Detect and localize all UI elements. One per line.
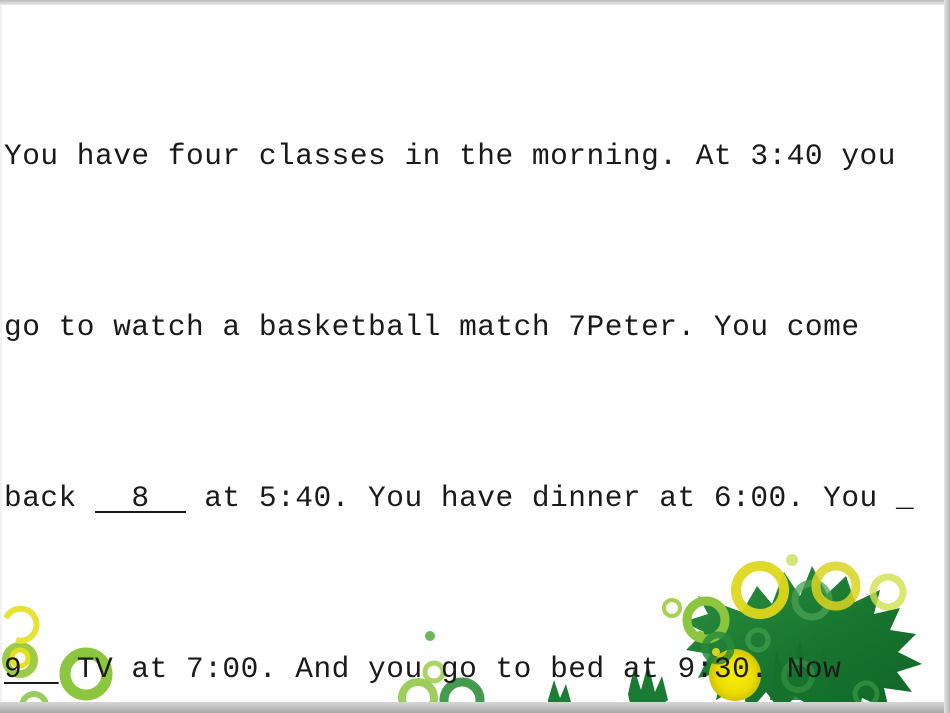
passage-line-4-post: TV at 7:00. And you go to bed at 9:30. N… <box>58 652 842 686</box>
blank-8: 8 <box>95 481 187 515</box>
blank-9: 9 <box>4 652 59 686</box>
passage-line-3-pre: back <box>4 481 96 515</box>
passage-line-1: You have four classes in the morning. At… <box>4 139 896 173</box>
slide-canvas: You have four classes in the morning. At… <box>0 0 950 713</box>
passage-line-3-post: at 5:40. You have dinner at 6:00. You _ <box>186 481 915 515</box>
passage-line-3: back 8 at 5:40. You have dinner at 6:00.… <box>4 470 942 527</box>
passage-line-4: 9 TV at 7:00. And you go to bed at 9:30.… <box>4 641 942 698</box>
passage-line-2: go to watch a basketball match 7Peter. Y… <box>4 310 860 344</box>
frame-edge-right <box>944 0 950 713</box>
frame-edge-top <box>0 0 950 5</box>
cloze-passage: You have four classes in the morning. At… <box>4 14 942 713</box>
frame-edge-bottom <box>0 702 950 713</box>
frame-edge-left <box>0 3 2 703</box>
slide-content: You have four classes in the morning. At… <box>0 0 950 713</box>
